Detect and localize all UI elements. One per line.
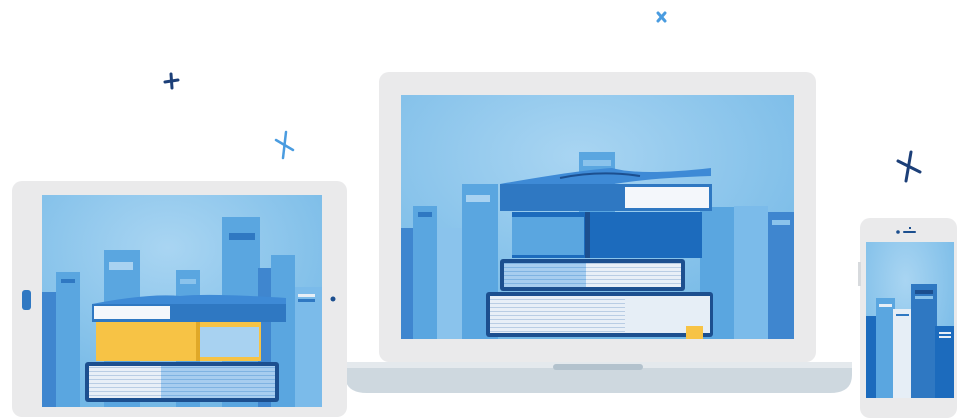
home-button <box>22 290 31 310</box>
book-stack <box>486 168 713 339</box>
tablet-screen <box>42 195 322 407</box>
laptop-screen <box>401 95 794 339</box>
tablet <box>12 181 347 417</box>
devices-reading-illustration <box>12 11 957 418</box>
sparkle-icon <box>896 150 922 183</box>
sparkle-icon <box>274 130 295 160</box>
sparkle-icon <box>163 72 180 90</box>
camera-icon <box>330 296 336 302</box>
book-stack <box>85 294 286 402</box>
sparkle-icon <box>656 11 667 23</box>
camera-icon <box>896 230 900 234</box>
phone <box>858 218 957 418</box>
laptop <box>345 72 852 393</box>
phone-screen <box>866 242 954 398</box>
speaker-icon <box>903 231 916 233</box>
